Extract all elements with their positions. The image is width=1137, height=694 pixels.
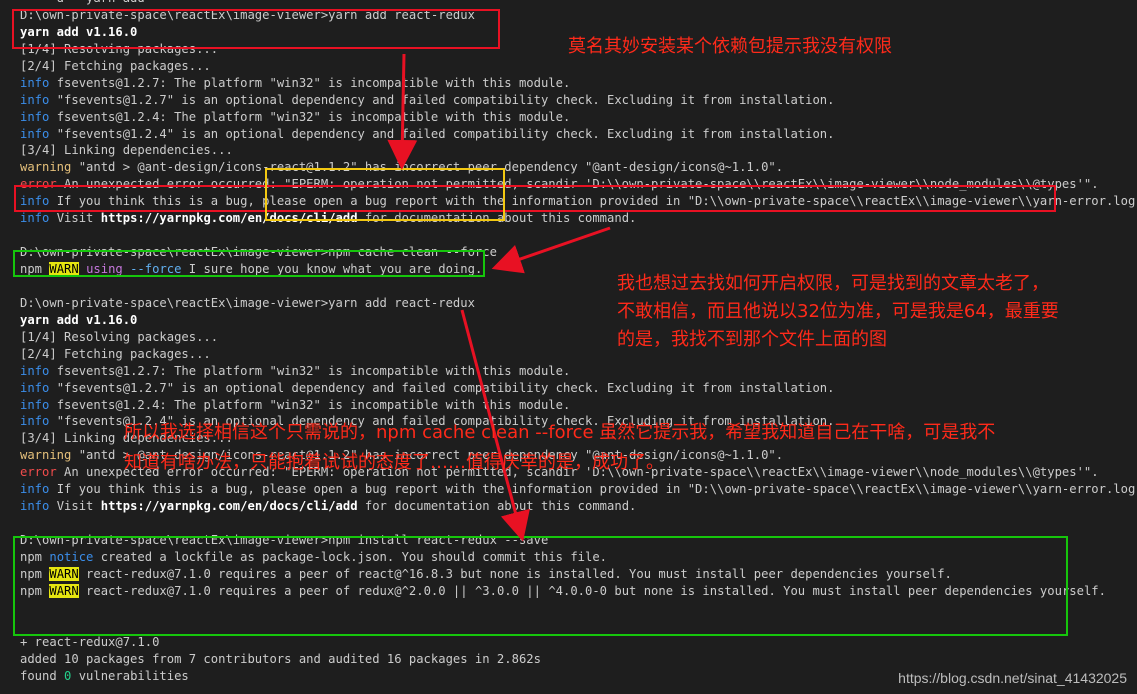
terminal-text: D:\own-private-space\reactEx\image-viewe… (20, 7, 475, 22)
terminal-text: D:\own-private-space\reactEx\image-viewe… (20, 533, 549, 547)
terminal-text: created a lockfile as package-lock.json.… (93, 549, 608, 564)
terminal-text: "fsevents@1.2.4" is an optional dependen… (49, 126, 835, 141)
terminal-line: info If you think this is a bug, please … (20, 481, 1135, 498)
terminal-text: info (20, 397, 50, 412)
terminal-text: info (20, 499, 50, 514)
terminal-line: D:\own-private-space\reactEx\image-viewe… (20, 532, 1135, 549)
terminal-text: info (20, 363, 50, 378)
terminal-text: [3/4] Linking dependencies... (20, 143, 233, 158)
terminal-text: WARN (49, 262, 79, 276)
terminal-line: error An unexpected error occurred: "EPE… (20, 176, 1135, 193)
terminal-line: info "fsevents@1.2.4" is an optional dep… (20, 126, 1135, 143)
terminal-text: vulnerabilities (71, 668, 189, 683)
terminal-text: D:\own-private-space\reactEx\image-viewe… (20, 295, 475, 310)
terminal-text: WARN (49, 583, 79, 598)
terminal-text: for documentation about this command. (357, 211, 637, 226)
terminal-text: info (20, 75, 50, 90)
terminal-text: "d" "yarn add " (20, 0, 159, 5)
terminal-text: An unexpected error occurred: "EPERM: op… (56, 177, 1099, 192)
terminal-line: info fsevents@1.2.7: The platform "win32… (20, 75, 1135, 92)
terminal-line: D:\own-private-space\reactEx\image-viewe… (20, 244, 1135, 261)
terminal-text: yarn add v1.16.0 (20, 24, 138, 39)
terminal-text: npm (20, 583, 50, 598)
terminal-line: info Visit https://yarnpkg.com/en/docs/c… (20, 498, 1135, 515)
terminal-text: https://yarnpkg.com/en/docs/cli/add (100, 499, 358, 514)
terminal-line: info If you think this is a bug, please … (20, 193, 1135, 210)
annotation-permission-note: 莫名其妙安装某个依赖包提示我没有权限 (568, 36, 892, 57)
terminal-line: warning "antd > @ant-design/icons-react@… (20, 159, 1135, 176)
terminal-text: --force (130, 262, 182, 276)
terminal-text: info (20, 109, 50, 124)
terminal-text: warning (20, 448, 72, 463)
terminal-text: info (20, 211, 50, 226)
terminal-line: npm notice created a lockfile as package… (20, 549, 1135, 566)
terminal-text: WARN (49, 566, 79, 581)
terminal-line: info fsevents@1.2.7: The platform "win32… (20, 363, 1135, 380)
terminal-line: npm WARN react-redux@7.1.0 requires a pe… (20, 566, 1135, 583)
terminal-text: "fsevents@1.2.7" is an optional dependen… (49, 380, 835, 395)
terminal-text: react-redux@7.1.0 requires a peer of red… (78, 583, 1106, 598)
terminal-text: error (20, 465, 57, 480)
terminal-text: "fsevents@1.2.7" is an optional dependen… (49, 92, 835, 107)
terminal-line: D:\own-private-space\reactEx\image-viewe… (20, 7, 1135, 24)
terminal-text: info (20, 380, 50, 395)
terminal-text: found (20, 668, 65, 683)
terminal-line: npm WARN react-redux@7.1.0 requires a pe… (20, 583, 1135, 600)
terminal-text: [2/4] Fetching packages... (20, 58, 211, 73)
terminal-text: npm (20, 566, 50, 581)
terminal-text: D:\own-private-space\reactEx\image-viewe… (20, 245, 497, 260)
terminal-text: npm (20, 549, 50, 564)
terminal-text: If you think this is a bug, please open … (49, 194, 1135, 209)
terminal-text: yarn add v1.16.0 (20, 312, 138, 327)
annotation-research-note: 我也想过去找如何开启权限，可是找到的文章太老了， 不敢相信，而且他说以32位为准… (617, 273, 1059, 350)
terminal-line: "d" "yarn add " (20, 0, 1135, 7)
terminal-text: "antd > @ant-design/icons-react@1.1.2" h… (71, 160, 784, 175)
terminal-line: info "fsevents@1.2.7" is an optional dep… (20, 92, 1135, 109)
terminal-text: npm (20, 262, 50, 276)
terminal-text: for documentation about this command. (357, 499, 637, 514)
terminal-text: [1/4] Resolving packages... (20, 41, 219, 56)
watermark: https://blog.csdn.net/sinat_41432025 (898, 670, 1127, 686)
terminal-line: added 10 packages from 7 contributors an… (20, 651, 1135, 668)
terminal-text: notice (49, 549, 94, 564)
terminal-text: react-redux@7.1.0 requires a peer of rea… (78, 566, 952, 581)
terminal-line: [3/4] Linking dependencies... (20, 142, 1135, 159)
terminal-text: warning (20, 160, 72, 175)
terminal-text: info (20, 482, 50, 497)
terminal-text: info (20, 194, 50, 209)
terminal-text: Visit (49, 499, 101, 514)
terminal-text: [2/4] Fetching packages... (20, 346, 211, 361)
terminal-line: info Visit https://yarnpkg.com/en/docs/c… (20, 210, 1135, 227)
terminal-text: info (20, 92, 50, 107)
terminal-text: If you think this is a bug, please open … (49, 482, 1135, 497)
annotation-conclusion-note: 所以我选择相信这个只需说的，npm cache clean --force 虽然… (124, 422, 996, 473)
terminal-text: added 10 packages from 7 contributors an… (20, 651, 541, 666)
terminal-line: info "fsevents@1.2.7" is an optional dep… (20, 380, 1135, 397)
terminal-text: [1/4] Resolving packages... (20, 329, 219, 344)
terminal-text: I sure hope you know what you are doing. (181, 262, 483, 276)
terminal-line: info fsevents@1.2.4: The platform "win32… (20, 109, 1135, 126)
terminal-line: info fsevents@1.2.4: The platform "win32… (20, 397, 1135, 414)
terminal-text: info (20, 414, 50, 429)
terminal-text: fsevents@1.2.4: The platform "win32" is … (49, 397, 571, 412)
terminal-text: fsevents@1.2.7: The platform "win32" is … (49, 75, 571, 90)
terminal-text: Visit (49, 211, 101, 226)
terminal-text: info (20, 126, 50, 141)
terminal-text: error (20, 177, 57, 192)
terminal-line: + react-redux@7.1.0 (20, 634, 1135, 651)
terminal-text: + react-redux@7.1.0 (20, 634, 160, 649)
terminal-text: https://yarnpkg.com/en/docs/cli/add (100, 211, 358, 226)
terminal-text: fsevents@1.2.4: The platform "win32" is … (49, 109, 571, 124)
terminal-text: using (86, 262, 123, 276)
terminal-text: fsevents@1.2.7: The platform "win32" is … (49, 363, 571, 378)
